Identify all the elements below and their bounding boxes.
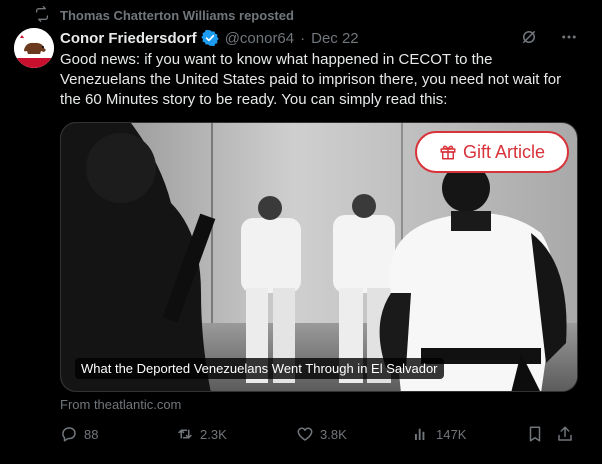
retweet-icon: [178, 429, 192, 439]
more-icon[interactable]: [560, 28, 578, 51]
tweet-header: Conor Friedersdorf @conor64 · Dec 22: [60, 28, 359, 48]
tweet-top-actions: [520, 28, 578, 51]
like-count: 3.8K: [320, 426, 347, 442]
author-name[interactable]: Conor Friedersdorf: [60, 30, 197, 47]
author-avatar[interactable]: [14, 28, 54, 68]
bookmark-icon: [529, 426, 541, 442]
grok-icon[interactable]: [520, 28, 538, 51]
gift-article-button[interactable]: Gift Article: [414, 131, 569, 173]
repost-label: Thomas Chatterton Williams reposted: [60, 7, 294, 23]
tweet-actions: 88 2.3K 3.8K 147K: [60, 425, 580, 447]
like-button[interactable]: 3.8K: [296, 425, 347, 443]
card-caption: What the Deported Venezuelans Went Throu…: [75, 358, 444, 379]
card-source[interactable]: From theatlantic.com: [60, 397, 181, 412]
repost-icon: [34, 5, 50, 25]
views-count: 147K: [436, 426, 467, 442]
author-handle[interactable]: @conor64: [225, 30, 294, 47]
reply-button[interactable]: 88: [60, 425, 98, 443]
tweet-text: Good news: if you want to know what happ…: [60, 51, 562, 108]
link-card[interactable]: Gift Article What the Deported Venezuela…: [60, 122, 578, 392]
gift-icon: [440, 145, 456, 160]
repost-count: 2.3K: [200, 426, 227, 442]
tweet-date[interactable]: Dec 22: [311, 30, 359, 47]
repost-button[interactable]: 2.3K: [176, 425, 227, 443]
heart-icon: [297, 427, 313, 441]
views-icon: [415, 428, 425, 440]
reply-count: 88: [84, 426, 99, 442]
reply-icon: [62, 427, 76, 442]
views-button[interactable]: 147K: [412, 425, 466, 443]
share-icon: [558, 426, 572, 441]
bookmark-button[interactable]: [526, 425, 544, 443]
gift-article-label: Gift Article: [462, 141, 545, 162]
share-button[interactable]: [556, 425, 574, 443]
repost-context[interactable]: Thomas Chatterton Williams reposted: [34, 5, 294, 25]
meta-separator: ·: [300, 29, 306, 47]
verified-badge-icon: [201, 29, 219, 47]
